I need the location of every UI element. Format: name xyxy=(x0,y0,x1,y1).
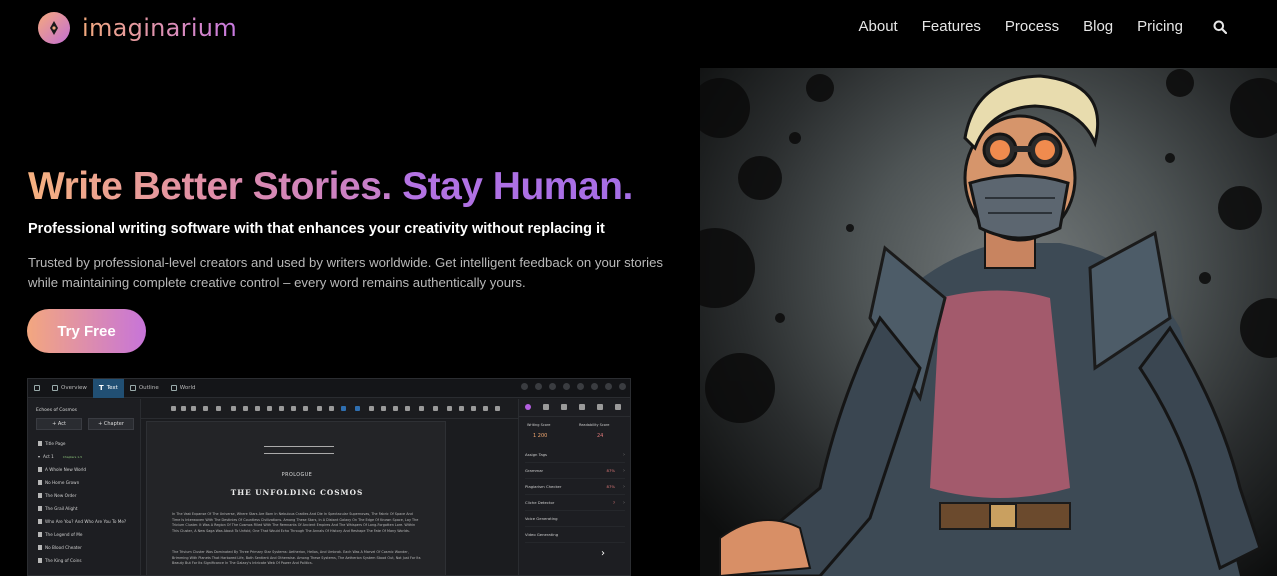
ornament-divider xyxy=(264,446,334,454)
tab-text: T Text xyxy=(92,379,124,398)
outline-sidebar: Echoes of Cosmos + Act + Chapter Title P… xyxy=(28,399,141,575)
try-free-button[interactable]: Try Free xyxy=(27,309,146,353)
search-icon[interactable] xyxy=(1213,20,1227,34)
add-chapter-button: + Chapter xyxy=(88,418,134,430)
pen-nib-icon xyxy=(38,12,70,44)
writing-score-value: 1 200 xyxy=(533,433,548,439)
list-item: No Blood Cheater xyxy=(38,541,138,554)
document-paragraph: The Trivium Cluster Was Dominated By Thr… xyxy=(172,550,421,566)
cliche-row: Cliche Detector? › xyxy=(525,495,625,511)
chevron-right-icon: › xyxy=(601,547,605,559)
list-item: The King of Coins xyxy=(38,554,138,567)
landing-page: imaginarium About Features Process Blog … xyxy=(0,0,1277,576)
readability-score-value: 24 xyxy=(597,433,604,439)
character-illustration xyxy=(700,68,1277,576)
tab-overview: Overview xyxy=(46,379,93,398)
tab-outline: Outline xyxy=(124,379,165,398)
plagiarism-row: Plagiarism Checker 87% › xyxy=(525,479,625,495)
home-icon xyxy=(28,379,46,398)
hero-description: Trusted by professional-level creators a… xyxy=(28,255,664,290)
outline-list: Title Page ▾ Act 1 Chapters 1-5 A Whole Ne… xyxy=(38,437,138,567)
list-item: Title Page xyxy=(38,437,138,450)
writing-score-label: Writing Score xyxy=(527,423,551,427)
app-preview-screenshot: Overview T Text Outline World Echoes of C… xyxy=(27,378,631,576)
list-item: Who Are You? And Who Are You To Me? xyxy=(38,515,138,528)
window-controls xyxy=(521,383,626,390)
add-act-button: + Act xyxy=(36,418,82,430)
nav-menu: About Features Process Blog Pricing xyxy=(859,18,1227,35)
document-page: PROLOGUE THE UNFOLDING COSMOS In The Vas… xyxy=(146,421,446,575)
project-title: Echoes of Cosmos xyxy=(36,408,77,413)
list-item: No Home Grown xyxy=(38,476,138,489)
hero-subheadline: Professional writing software with that … xyxy=(28,221,605,237)
headline-part-1: Write Better Stories. xyxy=(28,165,392,208)
list-item: ▾ Act 1 Chapters 1-5 xyxy=(38,454,83,459)
document-title: THE UNFOLDING COSMOS xyxy=(230,488,364,497)
list-item: The New Order xyxy=(38,489,138,502)
nav-item-features[interactable]: Features xyxy=(922,18,981,35)
app-tab-bar: Overview T Text Outline World xyxy=(28,379,630,398)
video-generating-row: Video Generating xyxy=(525,527,625,543)
assign-tags-row: Assign Tags › xyxy=(525,447,625,463)
analysis-panel: Writing Score 1 200 Readability Score 24… xyxy=(518,399,630,575)
headline-part-2: Stay Human. xyxy=(402,165,633,208)
readability-score-label: Readability Score xyxy=(579,423,610,427)
top-navigation: imaginarium About Features Process Blog … xyxy=(0,0,1277,56)
nav-item-process[interactable]: Process xyxy=(1005,18,1059,35)
analysis-tabs xyxy=(519,399,630,417)
brand-logo[interactable]: imaginarium xyxy=(38,12,237,44)
list-item: A Whole New World xyxy=(38,463,138,476)
nav-item-about[interactable]: About xyxy=(859,18,898,35)
nav-item-blog[interactable]: Blog xyxy=(1083,18,1113,35)
list-item: The Grail Alight xyxy=(38,502,138,515)
hero-headline: Write Better Stories. Stay Human. xyxy=(28,165,633,209)
list-item: The Legend of Me xyxy=(38,528,138,541)
tab-world: World xyxy=(165,379,202,398)
grammar-row: Grammar 87% › xyxy=(525,463,625,479)
nav-item-pricing[interactable]: Pricing xyxy=(1137,18,1183,35)
brand-name: imaginarium xyxy=(82,14,237,42)
formatting-toolbar xyxy=(141,399,518,419)
document-paragraph: In The Vast Expanse Of The Universe, Whe… xyxy=(172,512,419,533)
voice-generating-row: Voice Generating xyxy=(525,511,625,527)
document-section: PROLOGUE xyxy=(281,473,313,478)
